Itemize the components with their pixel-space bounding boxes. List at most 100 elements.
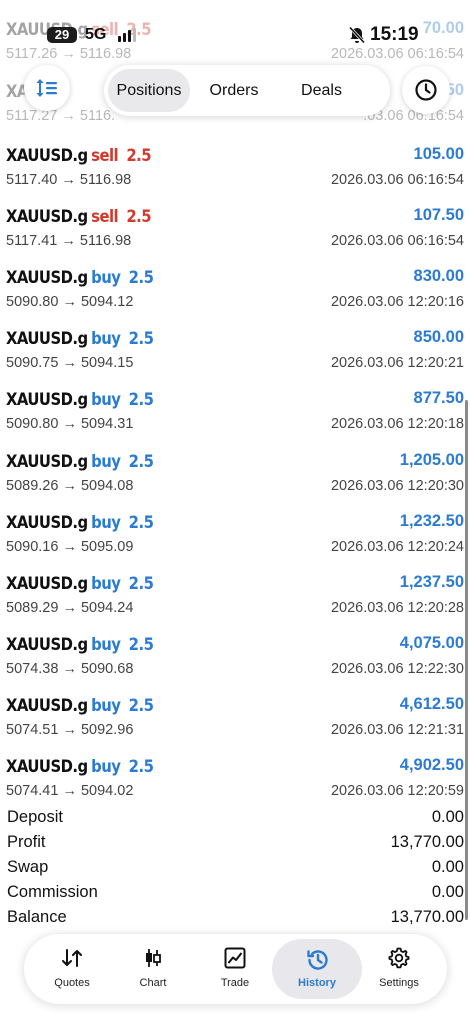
deal-profit: 1,205.00	[399, 451, 464, 469]
deal-time: 2026.03.06 12:20:28	[330, 600, 464, 616]
deal-volume: 2.5	[128, 757, 154, 776]
status-bar: 29 5G 15:19	[0, 0, 471, 60]
summary-value: 0.00	[431, 883, 464, 901]
period-button[interactable]	[402, 66, 450, 114]
nav-trade[interactable]: Trade	[194, 934, 276, 1004]
deal-profit: 107.50	[413, 206, 464, 224]
deal-row[interactable]: XAUUSD.g buy 2.5 5090.75 → 5094.15 850.00 20…	[0, 317, 471, 378]
deal-prices: 5117.27 → 5116.	[6, 108, 116, 124]
deal-symbol: XAUUSD.g	[6, 207, 88, 226]
tab-positions[interactable]: Positions	[108, 69, 190, 112]
deal-time: 2026.03.06 12:20:21	[330, 355, 464, 371]
deal-row[interactable]: XAUUSD.g buy 2.5 5089.29 → 5094.24 1,237.50…	[0, 562, 471, 623]
deal-time: 2026.03.06 06:16:54	[330, 233, 464, 249]
summary-value: 13,770.00	[390, 908, 464, 926]
deal-row[interactable]: XAUUSD.g buy 2.5 5089.26 → 5094.08 1,205.00…	[0, 440, 471, 501]
deal-volume: 2.5	[126, 207, 152, 226]
deal-side: buy	[91, 696, 121, 715]
deal-row[interactable]: XAUUSD.g buy 2.5 5090.16 → 5095.09 1,232.50…	[0, 501, 471, 562]
gear-icon	[388, 947, 410, 969]
deal-volume: 2.5	[128, 513, 154, 532]
deal-profit: 877.50	[413, 389, 464, 407]
deal-side: buy	[91, 452, 121, 471]
nav-label: Trade	[220, 977, 250, 989]
deal-row[interactable]: XAUUSD.g buy 2.5 5074.51 → 5092.96 4,612.50…	[0, 684, 471, 745]
deal-volume: 2.5	[128, 452, 154, 471]
deal-profit: 830.00	[413, 267, 464, 285]
deal-time: 2026.03.06 12:21:31	[330, 722, 464, 738]
nav-settings[interactable]: Settings	[358, 934, 440, 1004]
nav-label: Quotes	[54, 977, 90, 989]
clock-time: 15:19	[370, 24, 419, 45]
deal-row[interactable]: XAUUSD.g buy 2.5 5074.38 → 5090.68 4,075.00…	[0, 623, 471, 684]
scrollbar[interactable]	[465, 400, 468, 920]
deal-symbol: XAUUSD.g	[6, 268, 88, 287]
deal-side: sell	[91, 146, 119, 165]
sort-button[interactable]	[24, 65, 70, 111]
deal-row[interactable]: XAUUSD.g sell 2.5 5117.41 → 5116.98 107.50 2…	[0, 195, 471, 256]
deal-prices: 5090.16 → 5095.09	[6, 539, 134, 555]
deal-symbol: XAUUSD.g	[6, 757, 88, 776]
deal-side: buy	[91, 635, 121, 654]
deal-prices: 5074.38 → 5090.68	[6, 661, 134, 677]
tab-deals[interactable]: Deals	[284, 69, 359, 112]
deal-side: buy	[91, 757, 121, 776]
deal-side: sell	[91, 207, 119, 226]
deal-symbol: XAUUSD.g	[6, 696, 88, 715]
bell-muted-icon	[348, 26, 366, 44]
deal-side: buy	[91, 574, 121, 593]
deal-profit: 4,902.50	[399, 756, 464, 774]
nav-label: Settings	[379, 977, 419, 989]
summary-section: Deposit 0.00 Profit 13,770.00 Swap 0.00 …	[0, 806, 471, 931]
candlestick-icon	[146, 949, 161, 967]
summary-value: 0.00	[431, 858, 464, 876]
deal-row[interactable]: XAUUSD.g buy 2.5 5074.41 → 5094.02 4,902.50…	[0, 745, 471, 806]
deal-profit: 1,232.50	[399, 512, 464, 530]
summary-label: Profit	[7, 833, 46, 851]
deal-prices: 5089.26 → 5094.08	[6, 478, 134, 494]
summary-deposit: Deposit 0.00	[0, 806, 471, 831]
deal-volume: 2.5	[128, 696, 154, 715]
summary-label: Swap	[7, 858, 49, 876]
deal-prices: 5090.80 → 5094.12	[6, 294, 134, 310]
deal-row[interactable]: XAUUSD.g buy 2.5 5090.80 → 5094.12 830.00 20…	[0, 256, 471, 317]
deal-prices: 5074.41 → 5094.02	[6, 783, 134, 799]
deal-time: 2026.03.06 12:22:30	[330, 661, 464, 677]
deal-time: 2026.03.06 12:20:18	[330, 416, 464, 432]
deal-row[interactable]: XAUUSD.g buy 2.5 5090.80 → 5094.31 877.50 20…	[0, 378, 471, 439]
deal-time: 2026.03.06 12:20:16	[330, 294, 464, 310]
deal-side: buy	[91, 329, 121, 348]
clock-icon	[415, 79, 437, 101]
deal-prices: 5117.40 → 5116.98	[6, 172, 132, 188]
summary-label: Deposit	[7, 808, 63, 826]
deal-row[interactable]: XAUUSD.g sell 2.5 5117.40 → 5116.98 105.00 2…	[0, 134, 471, 195]
notification-badge: 29	[47, 27, 77, 43]
nav-quotes[interactable]: Quotes	[31, 934, 113, 1004]
deal-symbol: XAUUSD.g	[6, 452, 88, 471]
summary-value: 0.00	[431, 808, 464, 826]
summary-swap: Swap 0.00	[0, 856, 471, 881]
tab-orders[interactable]: Orders	[199, 69, 269, 112]
deal-side: buy	[91, 268, 121, 287]
sort-icon	[36, 79, 57, 97]
deal-side: buy	[91, 390, 121, 409]
deal-symbol: XAUUSD.g	[6, 329, 88, 348]
deal-time: 2026.03.06 12:20:30	[330, 478, 464, 494]
deal-profit: 1,237.50	[399, 573, 464, 591]
deal-profit: 4,075.00	[399, 634, 464, 652]
summary-value: 13,770.00	[390, 833, 464, 851]
summary-profit: Profit 13,770.00	[0, 831, 471, 856]
deal-symbol: XAUUSD.g	[6, 513, 88, 532]
deal-profit: 105.00	[413, 145, 464, 163]
deal-time: 2026.03.06 12:20:59	[330, 783, 464, 799]
nav-chart[interactable]: Chart	[112, 934, 194, 1004]
nav-history[interactable]: History	[272, 939, 362, 999]
summary-commission: Commission 0.00	[0, 881, 471, 906]
deal-volume: 2.5	[128, 329, 154, 348]
deal-prices: 5074.51 → 5092.96	[6, 722, 134, 738]
nav-label: History	[298, 977, 336, 989]
deal-prices: 5090.75 → 5094.15	[6, 355, 134, 371]
summary-label: Commission	[7, 883, 98, 901]
signal-icon	[118, 28, 140, 42]
nav-label: Chart	[139, 977, 167, 989]
